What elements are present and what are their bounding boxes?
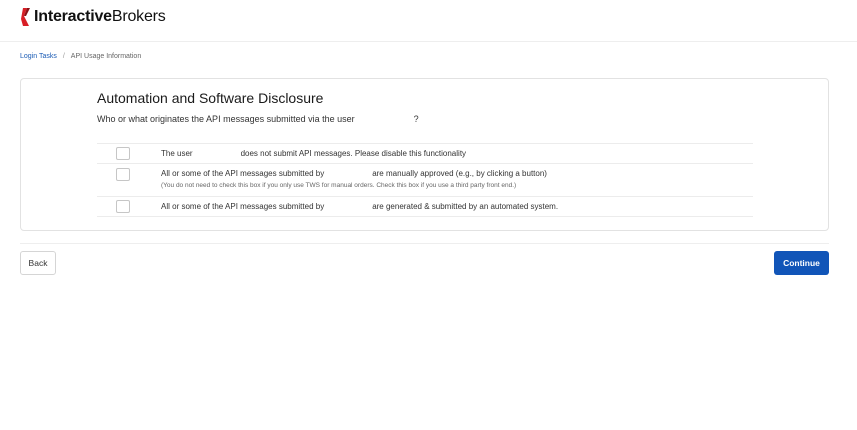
breadcrumb: Login Tasks / API Usage Information <box>20 53 141 60</box>
page-title: Automation and Software Disclosure <box>97 90 324 106</box>
option-manual-approval-note: (You do not need to check this box if yo… <box>161 182 517 189</box>
breadcrumb-login-tasks[interactable]: Login Tasks <box>20 53 57 60</box>
breadcrumb-separator: / <box>62 53 65 60</box>
interactive-brokers-logo[interactable]: InteractiveBrokers <box>20 6 166 28</box>
option-row-manual-approval[interactable]: All or some of the API messages submitte… <box>97 163 753 196</box>
option-manual-approval-checkbox[interactable] <box>116 168 130 181</box>
disclosure-card: Automation and Software Disclosure Who o… <box>20 78 829 231</box>
option-automated-checkbox[interactable] <box>116 200 130 213</box>
disclosure-question: Who or what originates the API messages … <box>97 114 419 124</box>
option-no-api-checkbox[interactable] <box>116 147 130 160</box>
option-automated-label: All or some of the API messages submitte… <box>161 202 559 211</box>
breadcrumb-api-usage-information: API Usage Information <box>70 53 142 60</box>
footer-divider <box>20 243 829 244</box>
ib-logo-mark-icon <box>21 8 30 26</box>
logo-text: InteractiveBrokers <box>34 8 166 25</box>
top-header: InteractiveBrokers <box>0 0 857 42</box>
option-row-automated[interactable]: All or some of the API messages submitte… <box>97 196 753 217</box>
continue-button[interactable]: Continue <box>774 251 829 275</box>
back-button[interactable]: Back <box>20 251 56 275</box>
question-mark: ? <box>413 114 419 124</box>
option-row-no-api[interactable]: The user does not submit API messages. Pl… <box>97 143 753 163</box>
option-no-api-label: The user does not submit API messages. Pl… <box>161 149 467 158</box>
question-text: Who or what originates the API messages … <box>97 114 355 124</box>
option-manual-approval-label: All or some of the API messages submitte… <box>161 169 547 178</box>
disclosure-options-list: The user does not submit API messages. Pl… <box>97 143 753 217</box>
